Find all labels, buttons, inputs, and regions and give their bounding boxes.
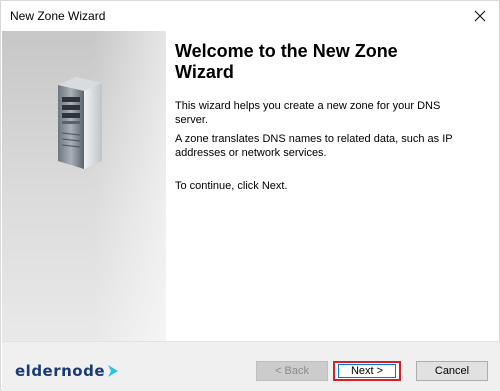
continue-instruction: To continue, click Next. [175, 180, 288, 192]
wizard-content: Welcome to the New Zone Wizard This wiza… [175, 41, 485, 192]
close-button[interactable] [467, 4, 493, 28]
wizard-side-panel [2, 31, 166, 341]
next-button[interactable]: Next > [333, 361, 401, 381]
intro-paragraph: This wizard helps you create a new zone … [175, 100, 441, 126]
cancel-button[interactable]: Cancel [416, 361, 488, 381]
next-button-label: Next > [350, 365, 384, 377]
wizard-heading: Welcome to the New Zone Wizard [175, 41, 398, 82]
wizard-window: New Zone Wizard Welcome to the New Zone … [0, 0, 500, 391]
next-button-focus: Next > [338, 364, 396, 378]
cancel-button-label: Cancel [434, 365, 470, 377]
logo-text: eldernode [15, 362, 106, 380]
back-button-label: < Back [275, 365, 309, 377]
window-title: New Zone Wizard [10, 9, 106, 23]
close-icon [474, 10, 486, 22]
back-button[interactable]: < Back [256, 361, 328, 381]
server-icon [58, 77, 102, 169]
arrow-icon [108, 365, 119, 377]
zone-description: A zone translates DNS names to related d… [175, 133, 453, 159]
title-bar[interactable]: New Zone Wizard [1, 1, 499, 31]
eldernode-logo: eldernode [15, 362, 119, 380]
